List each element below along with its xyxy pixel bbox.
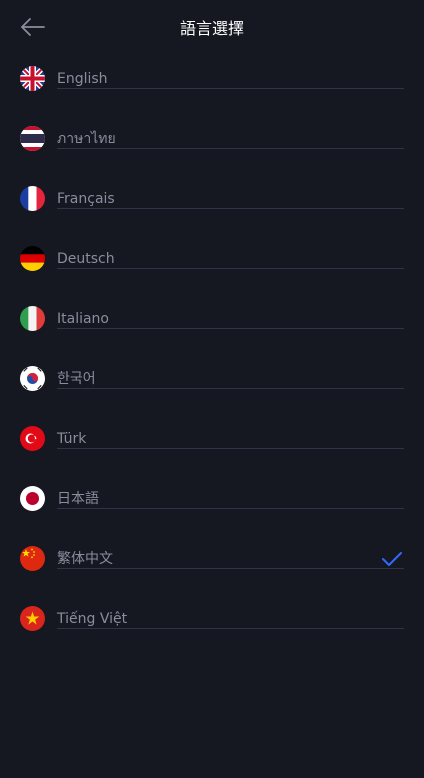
- page-title: 語言選擇: [179, 19, 244, 38]
- divider: [57, 148, 404, 149]
- divider: [57, 628, 404, 629]
- language-label: Deutsch: [57, 251, 115, 267]
- language-label: Italiano: [57, 311, 109, 327]
- divider: [57, 568, 404, 569]
- divider: [57, 328, 404, 329]
- language-item-japanese[interactable]: 日本語: [0, 486, 424, 546]
- turkey-flag-icon: [20, 426, 45, 451]
- italy-flag-icon: [20, 306, 45, 331]
- divider: [57, 208, 404, 209]
- language-label: English: [57, 71, 108, 87]
- language-item-german[interactable]: Deutsch: [0, 246, 424, 306]
- uk-flag-icon: [20, 66, 45, 91]
- china-flag-icon: [20, 546, 45, 571]
- france-flag-icon: [20, 186, 45, 211]
- language-label: ภาษาไทย: [57, 131, 116, 147]
- vietnam-flag-icon: [20, 606, 45, 631]
- language-item-french[interactable]: Français: [0, 186, 424, 246]
- language-label: 繁体中文: [57, 551, 113, 567]
- language-item-korean[interactable]: 한국어: [0, 366, 424, 426]
- language-item-thai[interactable]: ภาษาไทย: [0, 126, 424, 186]
- language-item-english[interactable]: English: [0, 66, 424, 126]
- divider: [57, 448, 404, 449]
- korea-flag-icon: [20, 366, 45, 391]
- language-label: Français: [57, 191, 115, 207]
- language-label: Tiếng Việt: [57, 611, 128, 627]
- language-label: 日本語: [57, 491, 99, 507]
- language-item-vietnamese[interactable]: Tiếng Việt: [0, 606, 424, 666]
- language-item-turkish[interactable]: Türk: [0, 426, 424, 486]
- language-item-traditional-chinese[interactable]: 繁体中文: [0, 546, 424, 606]
- germany-flag-icon: [20, 246, 45, 271]
- header-bar: 語言選擇: [0, 0, 424, 56]
- language-item-italian[interactable]: Italiano: [0, 306, 424, 366]
- divider: [57, 388, 404, 389]
- divider: [57, 268, 404, 269]
- thailand-flag-icon: [20, 126, 45, 151]
- checkmark-icon: [381, 551, 403, 567]
- japan-flag-icon: [20, 486, 45, 511]
- language-label: Türk: [57, 431, 87, 447]
- divider: [57, 508, 404, 509]
- language-label: 한국어: [57, 371, 96, 387]
- divider: [57, 88, 404, 89]
